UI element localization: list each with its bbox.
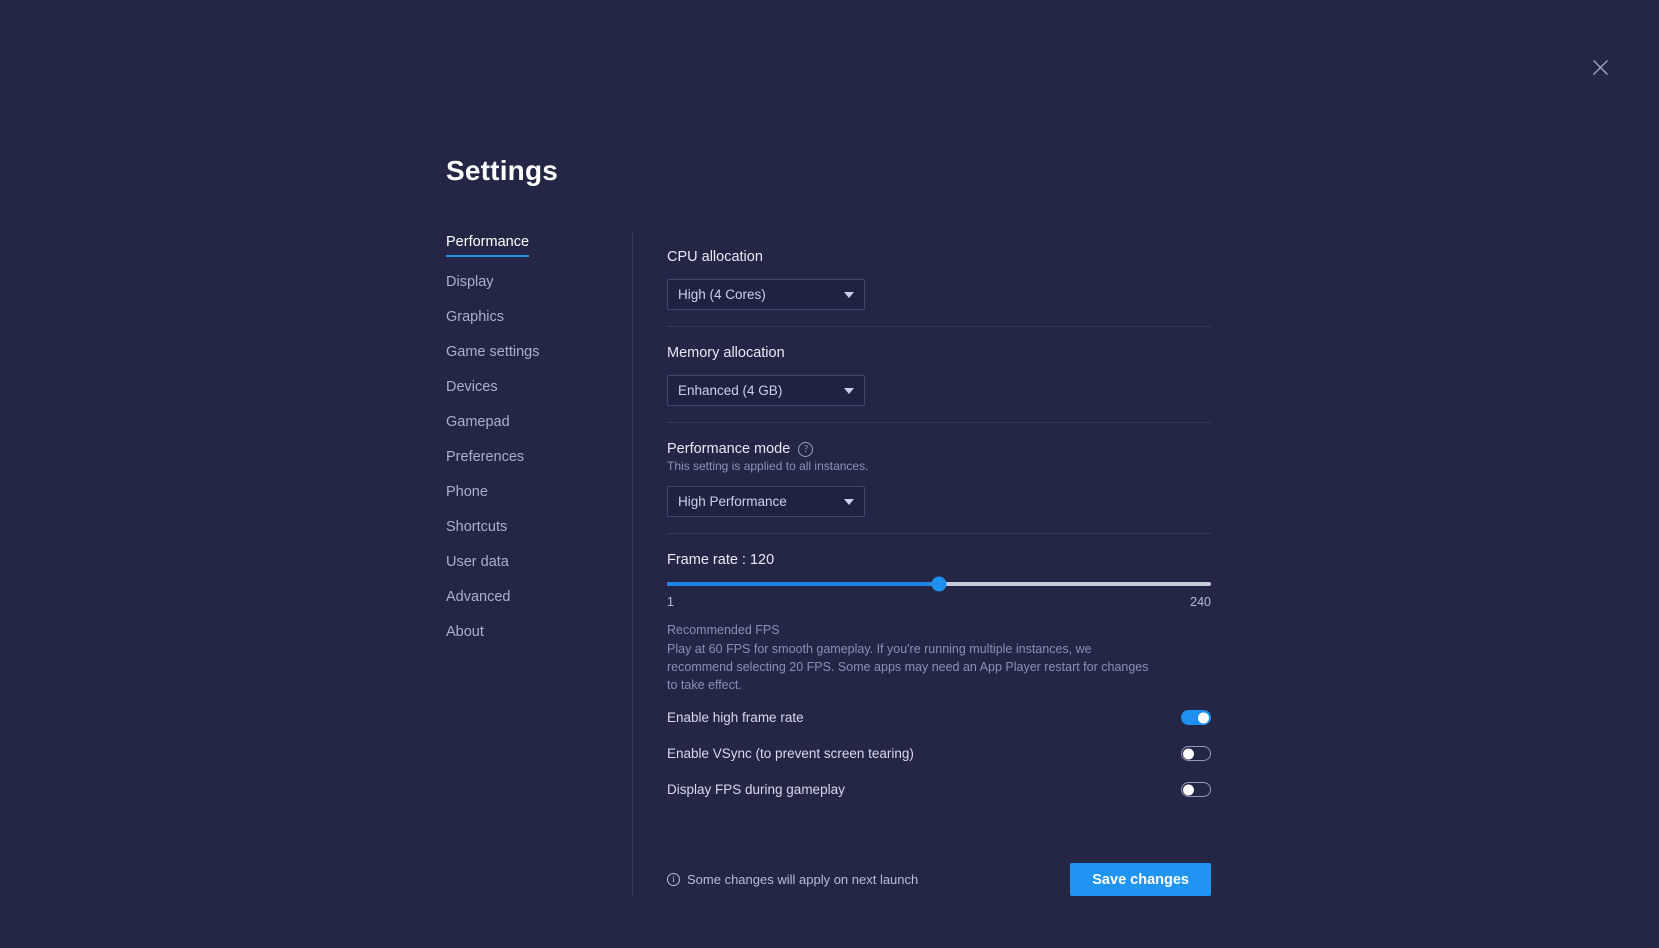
sidebar-item-graphics[interactable]: Graphics (446, 310, 504, 327)
memory-allocation-select[interactable]: Enhanced (4 GB) (667, 375, 865, 406)
frame-rate-min-label: 1 (667, 595, 674, 609)
cpu-allocation-value: High (4 Cores) (678, 287, 766, 302)
chevron-down-icon (844, 388, 854, 394)
toggle-high-frame-rate[interactable] (1181, 710, 1211, 725)
memory-allocation-label: Memory allocation (667, 345, 1211, 361)
toggle-knob (1198, 712, 1209, 723)
info-icon: i (667, 873, 680, 886)
section-frame-rate: Frame rate : 120 1 240 Recommended FPS P… (667, 534, 1211, 818)
section-cpu-allocation: CPU allocation High (4 Cores) (667, 231, 1211, 327)
toggle-row-vsync: Enable VSync (to prevent screen tearing) (667, 741, 1211, 766)
toggle-label-display-fps: Display FPS during gameplay (667, 782, 845, 797)
next-launch-note: i Some changes will apply on next launch (667, 872, 918, 887)
frame-rate-max-label: 240 (1190, 595, 1211, 609)
frame-rate-slider[interactable] (667, 582, 1211, 586)
performance-mode-value: High Performance (678, 494, 787, 509)
sidebar-item-game-settings[interactable]: Game settings (446, 345, 540, 362)
chevron-down-icon (844, 499, 854, 505)
performance-mode-sublabel: This setting is applied to all instances… (667, 459, 1211, 473)
settings-body: Performance Display Graphics Game settin… (446, 231, 1211, 896)
frame-rate-slider-thumb[interactable] (932, 577, 947, 592)
sidebar-item-shortcuts[interactable]: Shortcuts (446, 520, 507, 537)
sidebar-item-phone[interactable]: Phone (446, 485, 488, 502)
performance-mode-label: Performance mode (667, 441, 790, 457)
sidebar-item-preferences[interactable]: Preferences (446, 450, 524, 467)
chevron-down-icon (844, 292, 854, 298)
toggle-label-high-frame-rate: Enable high frame rate (667, 710, 804, 725)
performance-mode-select[interactable]: High Performance (667, 486, 865, 517)
sidebar-item-about[interactable]: About (446, 625, 484, 642)
sidebar-item-display[interactable]: Display (446, 275, 494, 292)
sidebar: Performance Display Graphics Game settin… (446, 231, 632, 659)
section-memory-allocation: Memory allocation Enhanced (4 GB) (667, 327, 1211, 423)
recommended-fps-text: Play at 60 FPS for smooth gameplay. If y… (667, 641, 1159, 694)
toggle-vsync[interactable] (1181, 746, 1211, 761)
section-performance-mode: Performance mode ? This setting is appli… (667, 423, 1211, 534)
recommended-fps-title: Recommended FPS (667, 623, 1211, 637)
toggle-knob (1183, 784, 1194, 795)
sidebar-item-performance[interactable]: Performance (446, 235, 529, 257)
memory-allocation-value: Enhanced (4 GB) (678, 383, 782, 398)
toggle-display-fps[interactable] (1181, 782, 1211, 797)
frame-rate-slider-fill (667, 582, 939, 586)
toggle-row-high-frame-rate: Enable high frame rate (667, 705, 1211, 730)
toggle-label-vsync: Enable VSync (to prevent screen tearing) (667, 746, 914, 761)
sidebar-item-advanced[interactable]: Advanced (446, 590, 511, 607)
close-button[interactable] (1583, 50, 1617, 84)
help-icon[interactable]: ? (798, 442, 813, 457)
close-icon (1592, 59, 1609, 76)
cpu-allocation-label: CPU allocation (667, 249, 1211, 265)
settings-dialog: Settings Performance Display Graphics Ga… (446, 155, 1211, 896)
toggle-row-display-fps: Display FPS during gameplay (667, 777, 1211, 802)
save-changes-button[interactable]: Save changes (1070, 863, 1211, 896)
sidebar-item-devices[interactable]: Devices (446, 380, 498, 397)
sidebar-item-user-data[interactable]: User data (446, 555, 509, 572)
cpu-allocation-select[interactable]: High (4 Cores) (667, 279, 865, 310)
sidebar-item-gamepad[interactable]: Gamepad (446, 415, 510, 432)
footer: i Some changes will apply on next launch… (667, 863, 1211, 896)
toggle-knob (1183, 748, 1194, 759)
frame-rate-label: Frame rate : 120 (667, 552, 1211, 568)
settings-content: CPU allocation High (4 Cores) Memory all… (632, 231, 1211, 896)
next-launch-note-text: Some changes will apply on next launch (687, 872, 918, 887)
page-title: Settings (446, 155, 1211, 187)
